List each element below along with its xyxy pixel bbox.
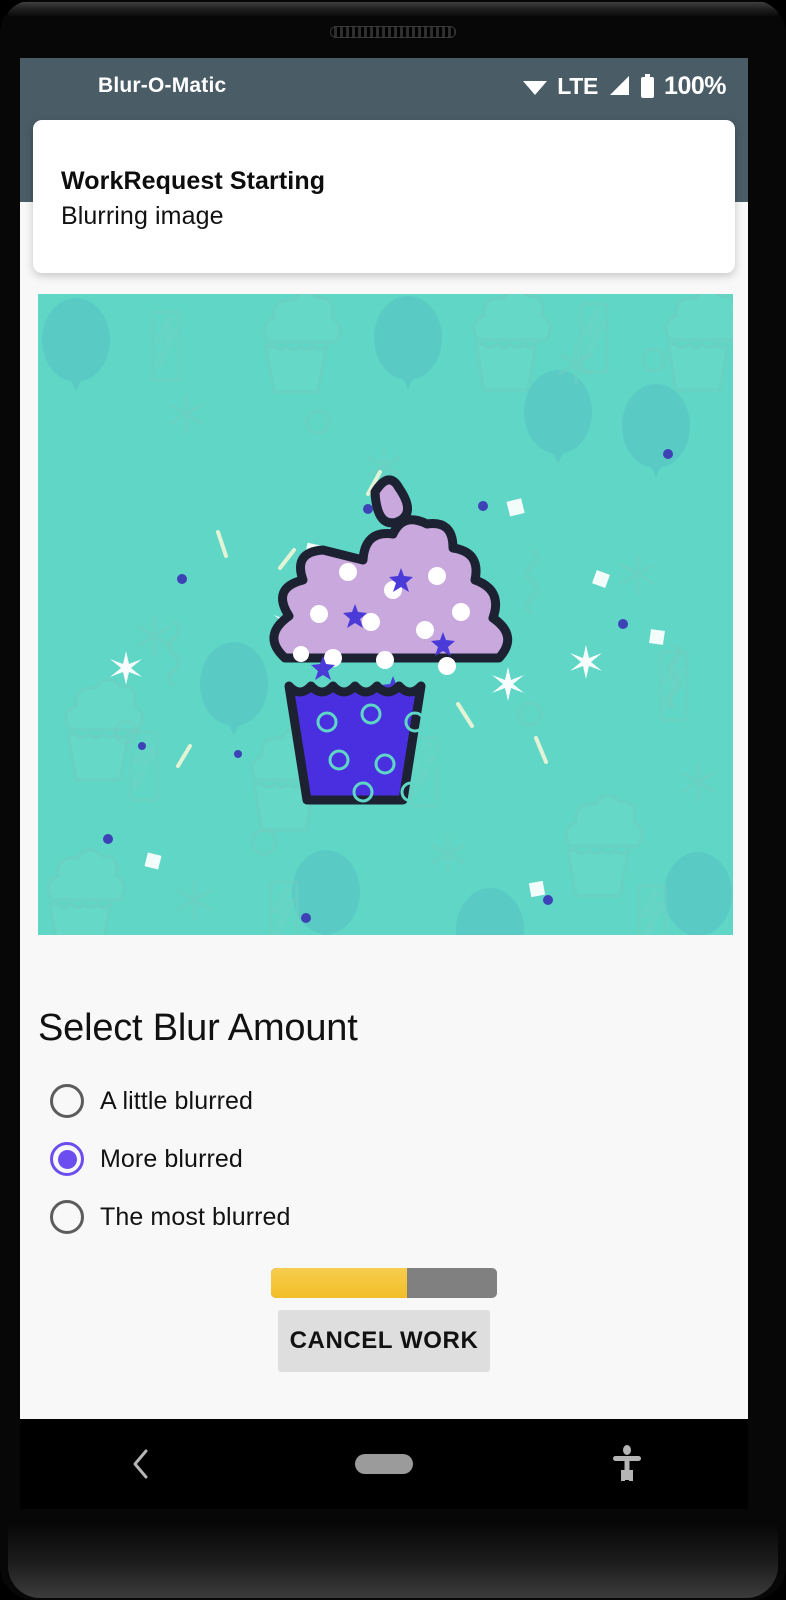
radio-label: The most blurred — [100, 1202, 291, 1231]
work-status-title: WorkRequest Starting — [61, 167, 326, 195]
system-status-icons: LTE 100% — [522, 72, 726, 101]
android-navigation-bar — [20, 1419, 748, 1509]
radio-indicator[interactable] — [50, 1084, 84, 1118]
work-progress-bar — [271, 1268, 497, 1298]
wifi-icon — [523, 81, 548, 95]
radio-option-the-most-blurred[interactable]: The most blurred — [50, 1200, 291, 1234]
blur-options-panel: Select Blur Amount A little blurred More… — [20, 935, 748, 1419]
nav-accessibility-button[interactable] — [592, 1434, 662, 1494]
app-title: Blur-O-Matic — [98, 74, 227, 97]
network-type-label: LTE — [557, 72, 599, 99]
work-progress-fill — [271, 1268, 407, 1298]
status-bar: Blur-O-Matic LTE 100% — [20, 58, 748, 114]
radio-indicator[interactable] — [50, 1200, 84, 1234]
battery-percent-label: 100% — [664, 71, 726, 100]
speaker-grille-icon — [330, 26, 456, 38]
radio-option-a-little-blurred[interactable]: A little blurred — [50, 1084, 253, 1118]
work-status-subtitle: Blurring image — [61, 202, 224, 230]
radio-dot-icon — [57, 1149, 77, 1169]
phone-screen: Blur-O-Matic LTE 100% WorkRequest Starti… — [20, 58, 748, 1419]
radio-indicator-selected[interactable] — [50, 1142, 84, 1176]
nav-home-button[interactable] — [349, 1434, 419, 1494]
bezel-top-highlight — [8, 2, 778, 16]
home-pill-icon — [354, 1454, 413, 1474]
page-title: Select Blur Amount — [38, 1007, 358, 1049]
back-chevron-icon — [133, 1449, 148, 1479]
radio-label: A little blurred — [100, 1086, 254, 1115]
signal-icon — [610, 76, 630, 95]
battery-icon — [641, 73, 655, 98]
radio-label: More blurred — [100, 1144, 243, 1173]
bezel-bottom-highlight — [8, 1520, 778, 1598]
phone-device-frame: Blur-O-Matic LTE 100% WorkRequest Starti… — [0, 0, 786, 1600]
cancel-work-button[interactable]: CANCEL WORK — [278, 1310, 490, 1372]
cupcake-image — [38, 294, 733, 935]
radio-option-more-blurred[interactable]: More blurred — [50, 1142, 243, 1176]
nav-back-button[interactable] — [106, 1434, 176, 1494]
accessibility-icon — [612, 1445, 641, 1481]
work-status-card: WorkRequest Starting Blurring image — [33, 120, 735, 273]
